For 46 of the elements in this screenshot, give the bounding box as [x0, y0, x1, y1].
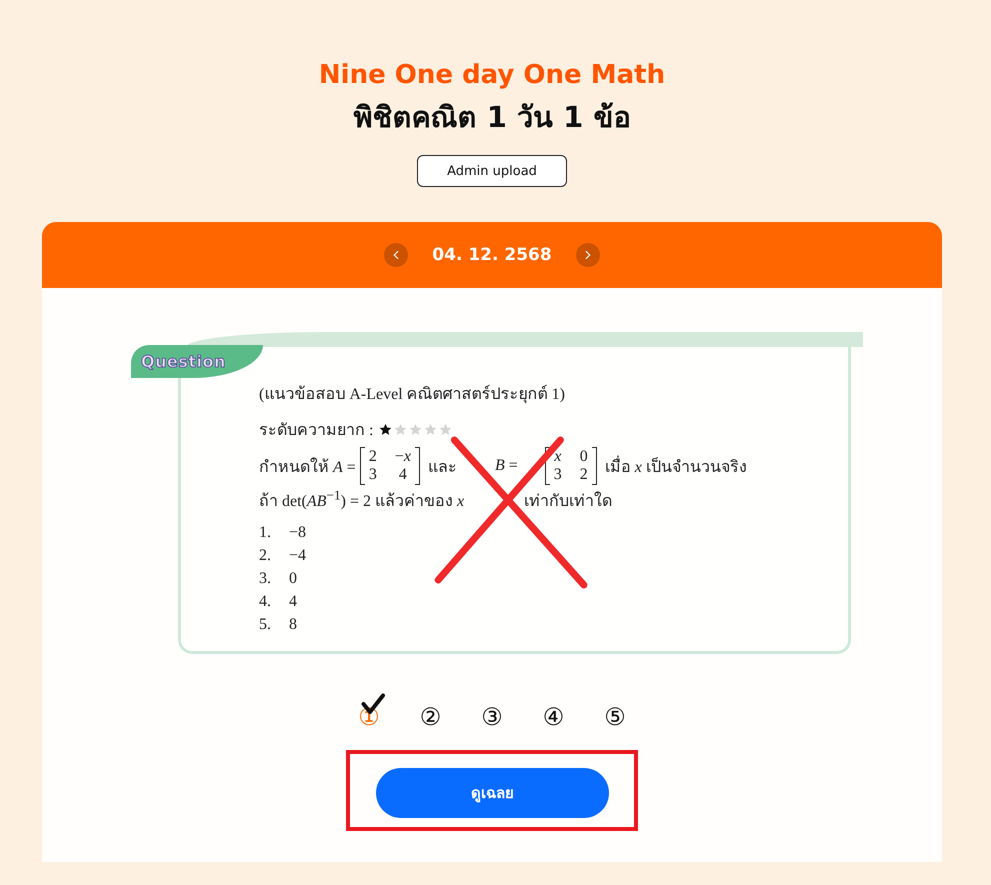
answer-choice[interactable]: ④: [542, 702, 564, 732]
matrix-bracket: [360, 447, 365, 485]
question-text: และ: [428, 458, 457, 478]
difficulty-label: ระดับความยาก :: [259, 420, 374, 440]
option-value: 0: [289, 569, 297, 589]
option-number: 2.: [259, 546, 272, 566]
date-label: 04. 12. 2568: [432, 244, 552, 267]
question-source: (แนวข้อสอบ A-Level คณิตศาสตร์ประยุกต์ 1): [259, 384, 566, 406]
star-icon: [439, 422, 452, 436]
matrix-bracket: [592, 447, 597, 485]
show-answer-button[interactable]: ดูเฉลย: [376, 768, 609, 818]
answer-choice[interactable]: ⑤: [604, 702, 626, 732]
question-text: กำหนดให้ A =: [259, 456, 356, 478]
answer-choice[interactable]: ②: [420, 702, 442, 732]
option-number: 3.: [259, 569, 272, 589]
matrix-entry: 3: [368, 466, 377, 484]
option-number: 5.: [259, 615, 272, 635]
option-number: 1.: [259, 523, 272, 543]
matrix-bracket: [414, 447, 420, 485]
option-value: 4: [289, 592, 297, 612]
option-value: 8: [289, 615, 297, 635]
question-text: B =: [494, 457, 518, 475]
option-value: −4: [289, 546, 306, 566]
option-number: 4.: [259, 592, 272, 612]
page-title: Nine One day One Math: [318, 59, 666, 92]
previous-day-button[interactable]: [384, 243, 408, 267]
star-icon: [394, 422, 408, 436]
matrix-entry: 3: [554, 466, 562, 484]
star-icon: [379, 422, 392, 436]
matrix-entry: x: [554, 448, 562, 466]
matrix-entry: 2: [580, 466, 588, 484]
option-value: −8: [289, 523, 306, 543]
page-subtitle: พิชิตคณิต 1 วัน 1 ข้อ: [354, 99, 630, 136]
matrix-entry: −x: [394, 448, 411, 466]
matrix-entry: 4: [398, 466, 408, 484]
matrix-entry: 0: [580, 448, 588, 466]
question-text: เมื่อ x เป็นจำนวนจริง: [604, 454, 747, 478]
star-icon: [424, 422, 438, 436]
answer-choice[interactable]: ③: [481, 702, 503, 732]
next-day-button[interactable]: [576, 243, 600, 267]
question-condition: ถ้า det(AB$^{−1}$) = 2 แล้วค่าของ x เท่ากับเท่าใด: [259, 487, 612, 512]
star-icon: [409, 422, 422, 436]
admin-upload-button[interactable]: Admin upload: [417, 155, 567, 187]
matrix-entry: 2: [368, 448, 377, 466]
question-badge: Question: [131, 345, 263, 378]
matrix-bracket: [544, 447, 550, 485]
